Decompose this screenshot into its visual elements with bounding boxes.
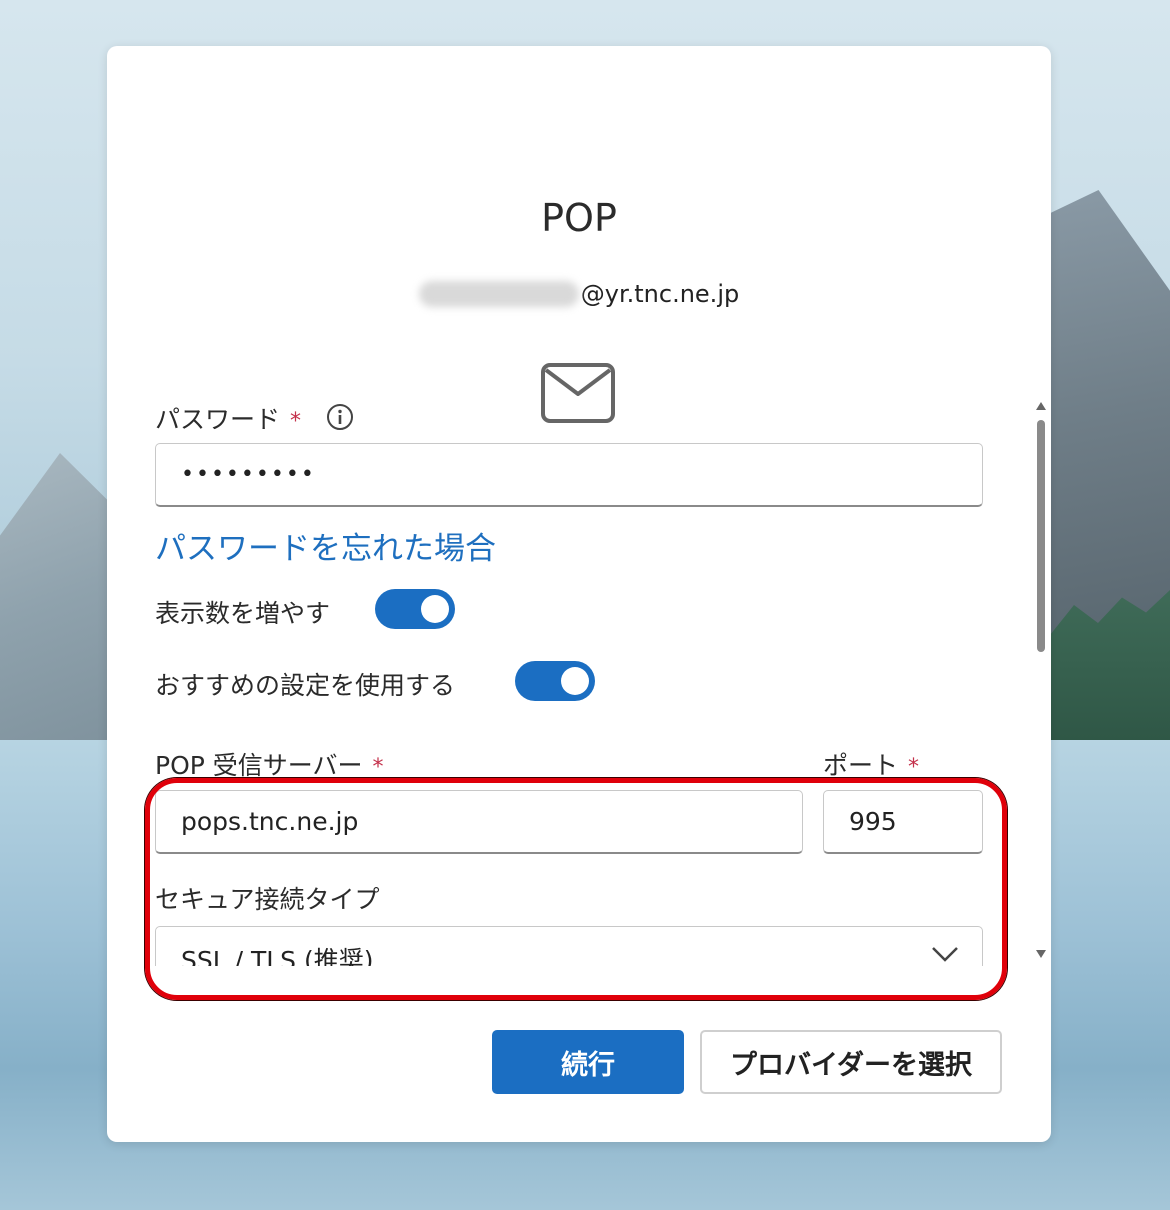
background-trees (1050, 590, 1170, 740)
choose-provider-button[interactable]: プロバイダーを選択 (700, 1030, 1002, 1094)
toggle-knob (561, 667, 589, 695)
chevron-down-icon (932, 947, 958, 962)
email-redacted (418, 281, 579, 307)
toggle-knob (421, 595, 449, 623)
scrollbar[interactable] (1035, 398, 1047, 968)
continue-button[interactable]: 続行 (492, 1030, 684, 1094)
incoming-server-label: POP 受信サーバー * (155, 751, 384, 780)
show-more-label: 表示数を増やす (155, 599, 331, 628)
scroll-up-arrow-icon[interactable] (1036, 402, 1046, 410)
account-email: @yr.tnc.ne.jp (107, 280, 1051, 308)
email-domain: @yr.tnc.ne.jp (580, 280, 740, 308)
forgot-password-link[interactable]: パスワードを忘れた場合 (155, 523, 496, 568)
password-label: パスワード * (155, 405, 302, 434)
secure-connection-dropdown[interactable]: SSL / TLS (推奨) (155, 926, 983, 966)
info-icon[interactable] (326, 403, 354, 431)
scrollbar-thumb[interactable] (1037, 420, 1045, 652)
incoming-server-input[interactable]: pops.tnc.ne.jp (155, 790, 803, 854)
port-label: ポート * (823, 751, 920, 780)
pop-settings-dialog: POP @yr.tnc.ne.jp パスワード * ••••••••• パスワード… (107, 46, 1051, 1142)
dialog-title: POP (541, 196, 617, 240)
show-more-toggle[interactable] (375, 589, 455, 629)
password-required-mark: * (290, 409, 302, 434)
recommended-settings-toggle[interactable] (515, 661, 595, 701)
secure-connection-dropdown-viewport: SSL / TLS (推奨) (155, 926, 983, 966)
port-input[interactable]: 995 (823, 790, 983, 854)
mail-icon (541, 363, 615, 423)
port-required-mark: * (908, 755, 920, 780)
recommended-settings-label: おすすめの設定を使用する (155, 671, 456, 700)
incoming-required-mark: * (372, 755, 384, 780)
secure-connection-label: セキュア接続タイプ (155, 885, 380, 914)
password-input[interactable]: ••••••••• (155, 443, 983, 507)
scroll-down-arrow-icon[interactable] (1036, 950, 1046, 958)
secure-connection-value: SSL / TLS (推奨) (181, 946, 374, 966)
